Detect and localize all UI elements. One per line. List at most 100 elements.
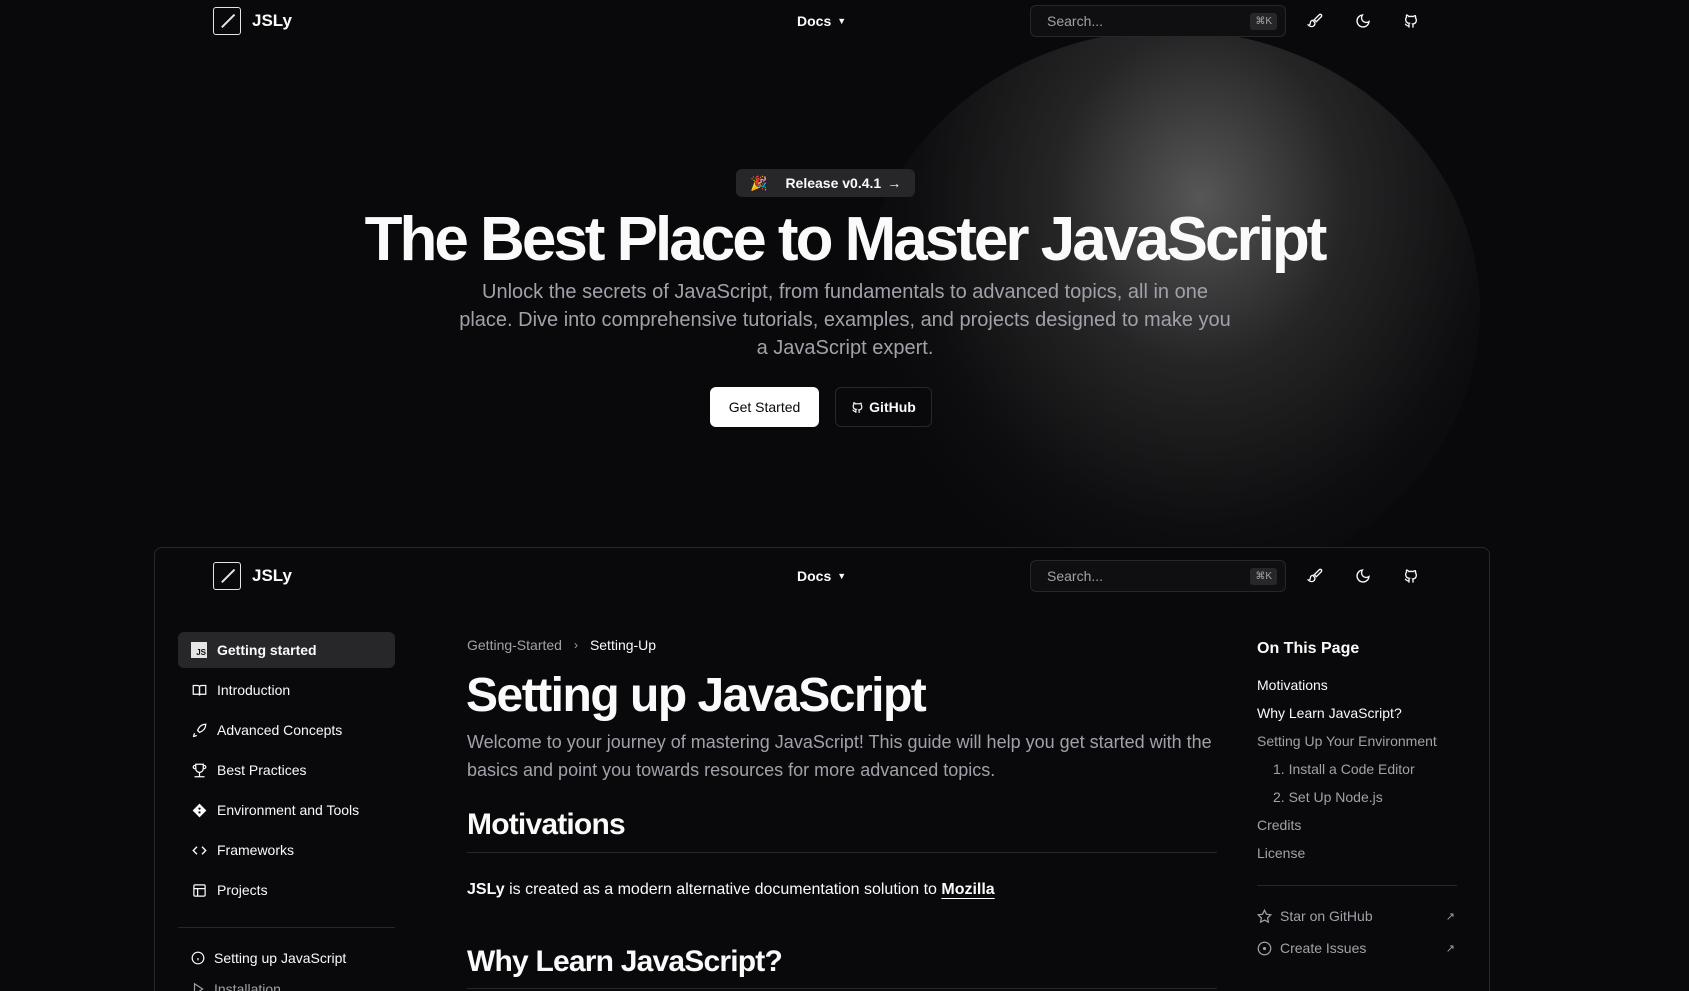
theme-brush-button[interactable] [1303,564,1327,588]
star-on-github-link[interactable]: Star on GitHub ↗ [1257,908,1457,924]
sidebar-item-label: Environment and Tools [217,802,360,818]
party-emoji: 🎉 [750,174,768,191]
docs-menu[interactable]: Docs ▼ [797,13,846,29]
hero-title: The Best Place to Master JavaScript [364,205,1328,274]
moon-icon [1356,569,1370,583]
chevron-down-icon: ▼ [837,571,847,581]
sidebar-item-label: Projects [217,882,268,898]
create-issues-label: Create Issues [1280,940,1367,956]
external-link-icon: ↗ [1445,942,1455,955]
release-label: Release v0.4.1 [785,175,882,191]
brand-name: JSLy [252,566,293,585]
rocket-icon [191,723,207,738]
heading-divider [467,852,1217,853]
sidebar-subitem-installation[interactable]: Installation [191,981,281,991]
page-title: Setting up JavaScript [466,669,927,722]
docs-menu[interactable]: Docs ▼ [797,568,846,584]
external-link-icon: ↗ [1445,910,1455,923]
code-icon [191,843,207,858]
brand-logo-link[interactable]: JSLy [213,7,292,35]
table-of-contents: On This Page Motivations Why Learn JavaS… [1257,640,1457,873]
sidebar-item-label: Advanced Concepts [217,722,343,738]
sidebar-item-frameworks[interactable]: Frameworks [178,832,395,868]
toc-item-setting-up-environment[interactable]: Setting Up Your Environment [1257,733,1457,761]
breadcrumb: Getting-Started › Setting-Up [467,637,656,653]
sidebar-item-introduction[interactable]: Introduction [178,672,395,708]
github-button[interactable]: GitHub [835,387,932,427]
sidebar-item-label: Getting started [217,642,317,658]
toc-item-why-learn[interactable]: Why Learn JavaScript? [1257,705,1457,733]
motivations-paragraph: JSLy is created as a modern alternative … [467,881,995,899]
search-box[interactable]: ⌘K [1030,560,1286,592]
github-button-label: GitHub [869,399,916,415]
jsly-bold: JSLy [467,881,505,898]
heading-why-learn: Why Learn JavaScript? [467,945,783,978]
sidebar-subitem-label: Setting up JavaScript [214,950,347,966]
dark-mode-button[interactable] [1351,564,1375,588]
github-icon [852,401,863,413]
sidebar-subitem-label: Installation [214,981,281,991]
info-icon [191,951,205,965]
hero-subtitle: Unlock the secrets of JavaScript, from f… [459,281,1231,359]
github-nav-button[interactable] [1399,564,1423,588]
arrow-right-icon: → [887,175,902,191]
breadcrumb-getting-started[interactable]: Getting-Started [467,637,562,653]
play-icon [193,982,204,991]
git-icon [191,803,207,818]
preview-navbar: JSLy Docs ▼ ⌘K [0,555,1689,597]
toc-item-license[interactable]: License [1257,845,1457,873]
star-on-github-label: Star on GitHub [1280,908,1373,924]
search-box[interactable]: ⌘K [1030,5,1286,37]
github-icon [1404,14,1418,28]
search-shortcut: ⌘K [1250,13,1277,30]
sidebar-item-getting-started[interactable]: JS Getting started [178,632,395,668]
logo-icon [213,562,241,590]
paintbrush-icon [1307,568,1323,583]
sidebar-item-label: Introduction [217,682,291,698]
dark-mode-button[interactable] [1351,9,1375,33]
get-started-button[interactable]: Get Started [710,387,819,427]
release-badge[interactable]: 🎉 Release v0.4.1 → [736,169,916,197]
moon-icon [1356,14,1370,28]
trophy-icon [191,763,207,778]
create-issues-link[interactable]: Create Issues ↗ [1257,940,1457,956]
top-navbar: JSLy Docs ▼ ⌘K [0,0,1689,42]
search-input[interactable] [1047,568,1227,584]
chevron-down-icon: ▼ [837,16,847,26]
chevron-right-icon: › [573,638,578,652]
book-icon [191,683,207,698]
paintbrush-icon [1307,13,1323,28]
docs-label: Docs [797,13,832,29]
docs-label: Docs [797,568,832,584]
sidebar-item-label: Best Practices [217,762,307,778]
docs-sidebar: JS Getting started Introduction Advanced… [178,632,395,912]
mozilla-link[interactable]: Mozilla [941,881,994,898]
toc-item-credits[interactable]: Credits [1257,817,1457,845]
github-nav-button[interactable] [1399,9,1423,33]
github-icon [1404,569,1418,583]
sidebar-subitem-setting-up[interactable]: Setting up JavaScript [191,950,346,966]
js-icon: JS [191,642,207,658]
breadcrumb-setting-up[interactable]: Setting-Up [590,637,656,653]
theme-brush-button[interactable] [1303,9,1327,33]
sidebar-item-advanced-concepts[interactable]: Advanced Concepts [178,712,395,748]
toc-item-install-editor[interactable]: 1. Install a Code Editor [1257,761,1457,789]
sidebar-item-environment-tools[interactable]: Environment and Tools [178,792,395,828]
page-description: Welcome to your journey of mastering Jav… [467,732,1212,780]
para-text: is created as a modern alternative docum… [504,881,942,898]
sidebar-divider [178,927,395,928]
sidebar-item-label: Frameworks [217,842,295,858]
heading-motivations: Motivations [467,808,626,841]
logo-icon [213,7,241,35]
toc-title: On This Page [1257,640,1360,657]
heading-divider [467,988,1217,989]
search-shortcut: ⌘K [1250,568,1277,585]
brand-logo-link[interactable]: JSLy [213,562,292,590]
sidebar-item-projects[interactable]: Projects [178,872,395,908]
toc-item-setup-node[interactable]: 2. Set Up Node.js [1257,789,1457,817]
layout-icon [191,883,207,898]
sidebar-item-best-practices[interactable]: Best Practices [178,752,395,788]
search-input[interactable] [1047,13,1227,29]
star-icon [1257,908,1272,923]
toc-item-motivations[interactable]: Motivations [1257,677,1457,705]
